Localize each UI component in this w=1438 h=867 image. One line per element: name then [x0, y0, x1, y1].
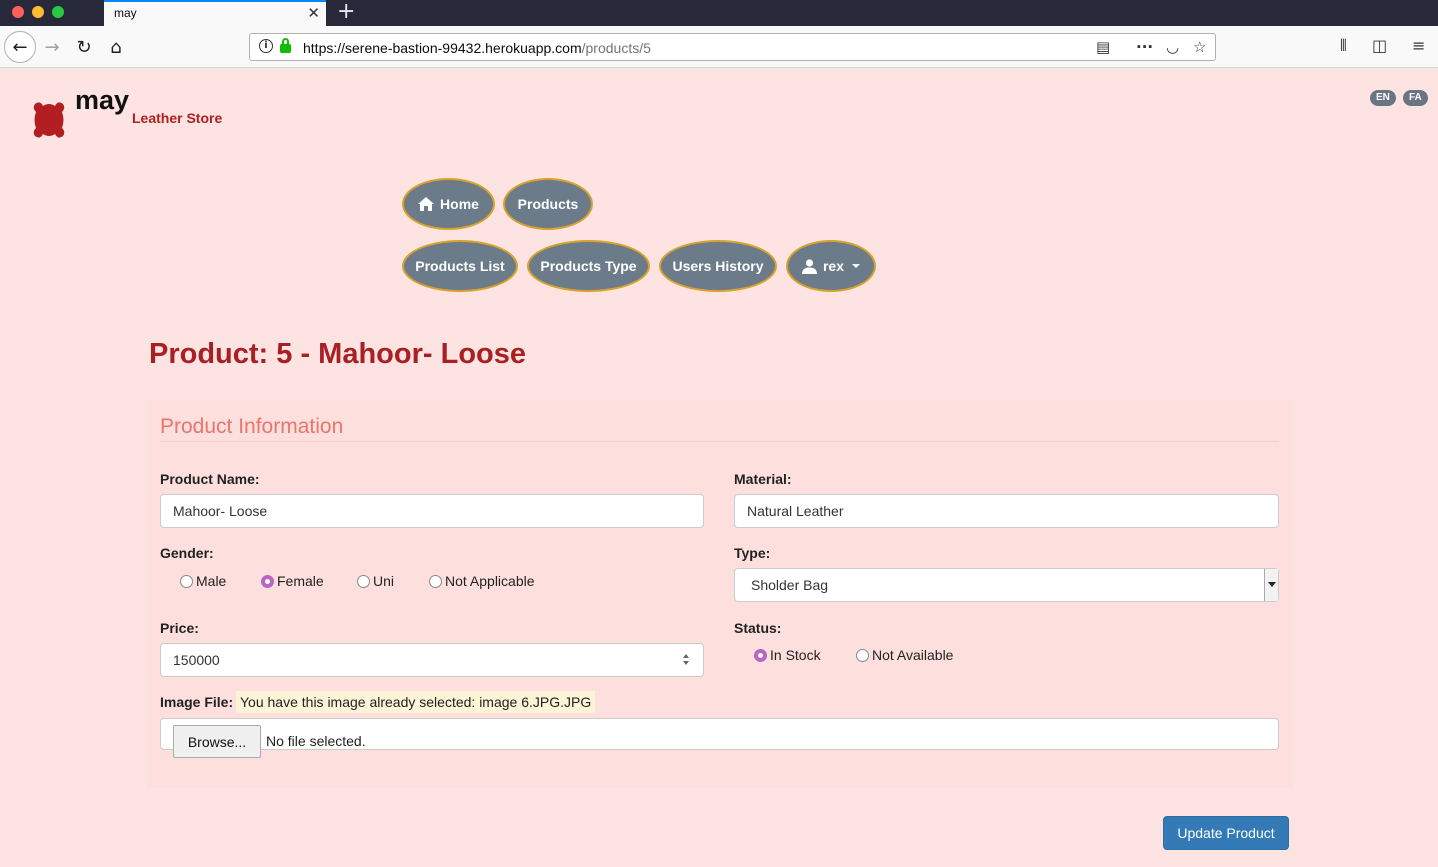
gender-female-label: Female — [277, 573, 324, 589]
chevron-down-icon[interactable] — [1264, 569, 1278, 601]
nav-products-button[interactable]: Products — [503, 178, 593, 230]
gender-male-radio[interactable]: Male — [180, 573, 226, 589]
gender-not-applicable-label: Not Applicable — [445, 573, 535, 589]
minimize-window-button[interactable] — [32, 6, 44, 18]
language-en-button[interactable]: EN — [1370, 90, 1396, 106]
gender-uni-radio[interactable]: Uni — [357, 573, 394, 589]
tab-title: may — [114, 6, 137, 20]
info-icon[interactable]: i — [259, 39, 273, 53]
reader-icon[interactable]: ▤ — [1096, 38, 1110, 56]
nav-home-button[interactable]: Home — [402, 178, 495, 230]
radio-checked-icon — [261, 574, 274, 588]
file-status-text: No file selected. — [266, 733, 366, 749]
price-value: 150000 — [173, 652, 220, 668]
product-name-input[interactable]: Mahoor- Loose — [160, 494, 704, 528]
section-divider — [160, 441, 1279, 442]
home-icon — [418, 197, 435, 211]
nav-users-history-button[interactable]: Users History — [659, 240, 777, 292]
star-icon[interactable]: ☆ — [1193, 38, 1206, 56]
nav-products-label: Products — [517, 196, 579, 212]
lock-icon — [280, 38, 291, 53]
status-not-available-radio[interactable]: Not Available — [856, 647, 953, 663]
url-host: https://serene-bastion-99432.herokuapp.c… — [303, 40, 582, 56]
page-title: Product: 5 - Mahoor- Loose — [149, 338, 526, 370]
back-icon[interactable]: ← — [4, 31, 36, 63]
gender-uni-label: Uni — [373, 573, 395, 589]
number-spinner-icon[interactable] — [683, 653, 691, 667]
material-label: Material: — [734, 471, 792, 487]
home-icon[interactable]: ⌂ — [102, 33, 130, 61]
image-file-label: Image File: — [160, 694, 234, 710]
gender-not-applicable-radio[interactable]: Not Applicable — [429, 573, 535, 589]
sidebar-icon[interactable]: ◫ — [1372, 36, 1387, 55]
brand-name[interactable]: may — [75, 85, 129, 116]
nav-products-list-button[interactable]: Products List — [402, 240, 518, 292]
type-select[interactable]: Sholder Bag — [734, 568, 1279, 602]
caret-down-icon — [852, 264, 861, 268]
address-bar[interactable]: i https://serene-bastion-99432.herokuapp… — [249, 33, 1216, 61]
nav-products-list-label: Products List — [415, 258, 505, 274]
url-path: /products/5 — [581, 40, 651, 56]
user-icon — [801, 258, 817, 274]
price-input[interactable]: 150000 — [160, 643, 704, 677]
radio-checked-icon — [754, 648, 767, 662]
new-tab-icon[interactable]: + — [337, 0, 355, 24]
material-input[interactable]: Natural Leather — [734, 494, 1279, 528]
price-label: Price: — [160, 620, 199, 636]
type-label: Type: — [734, 545, 771, 561]
url-text[interactable]: https://serene-bastion-99432.herokuapp.c… — [303, 40, 651, 56]
gender-male-label: Male — [196, 573, 227, 589]
status-in-stock-label: In Stock — [770, 647, 821, 663]
nav-products-type-label: Products Type — [540, 258, 637, 274]
brand-tagline: Leather Store — [132, 110, 223, 126]
radio-icon — [180, 574, 193, 588]
status-label: Status: — [734, 620, 782, 636]
nav-products-type-button[interactable]: Products Type — [527, 240, 650, 292]
library-icon[interactable]: ⫴ — [1340, 36, 1347, 56]
close-tab-icon[interactable]: ✕ — [307, 4, 320, 22]
radio-icon — [429, 574, 442, 588]
pocket-icon[interactable]: ◡ — [1166, 38, 1179, 56]
product-name-label: Product Name: — [160, 471, 260, 487]
browser-tab-bar: may ✕ + — [0, 0, 1438, 26]
status-not-available-label: Not Available — [872, 647, 954, 663]
image-selected-note: You have this image already selected: im… — [236, 691, 596, 713]
close-window-button[interactable] — [12, 6, 24, 18]
type-selected-value: Sholder Bag — [751, 577, 829, 593]
user-name: rex — [822, 258, 845, 274]
browser-tab[interactable]: may ✕ — [104, 0, 326, 26]
user-menu-button[interactable]: rex — [786, 240, 876, 292]
menu-icon[interactable]: ≡ — [1412, 36, 1425, 55]
browse-button[interactable]: Browse... — [173, 725, 261, 758]
radio-icon — [856, 648, 869, 662]
gender-label: Gender: — [160, 545, 214, 561]
language-fa-button[interactable]: FA — [1403, 90, 1428, 106]
gender-female-radio[interactable]: Female — [261, 573, 324, 589]
forward-icon[interactable]: → — [38, 33, 66, 61]
status-in-stock-radio[interactable]: In Stock — [754, 647, 821, 663]
section-title: Product Information — [160, 415, 344, 438]
leather-hide-icon[interactable] — [30, 100, 68, 140]
radio-icon — [357, 574, 370, 588]
reload-icon[interactable]: ↻ — [70, 33, 98, 61]
update-product-button[interactable]: Update Product — [1163, 816, 1289, 850]
nav-users-history-label: Users History — [672, 258, 764, 274]
more-icon[interactable]: ··· — [1136, 38, 1153, 56]
browser-toolbar: ← → ↻ ⌂ i https://serene-bastion-99432.h… — [0, 26, 1438, 68]
zoom-window-button[interactable] — [52, 6, 64, 18]
nav-home-label: Home — [440, 196, 479, 212]
